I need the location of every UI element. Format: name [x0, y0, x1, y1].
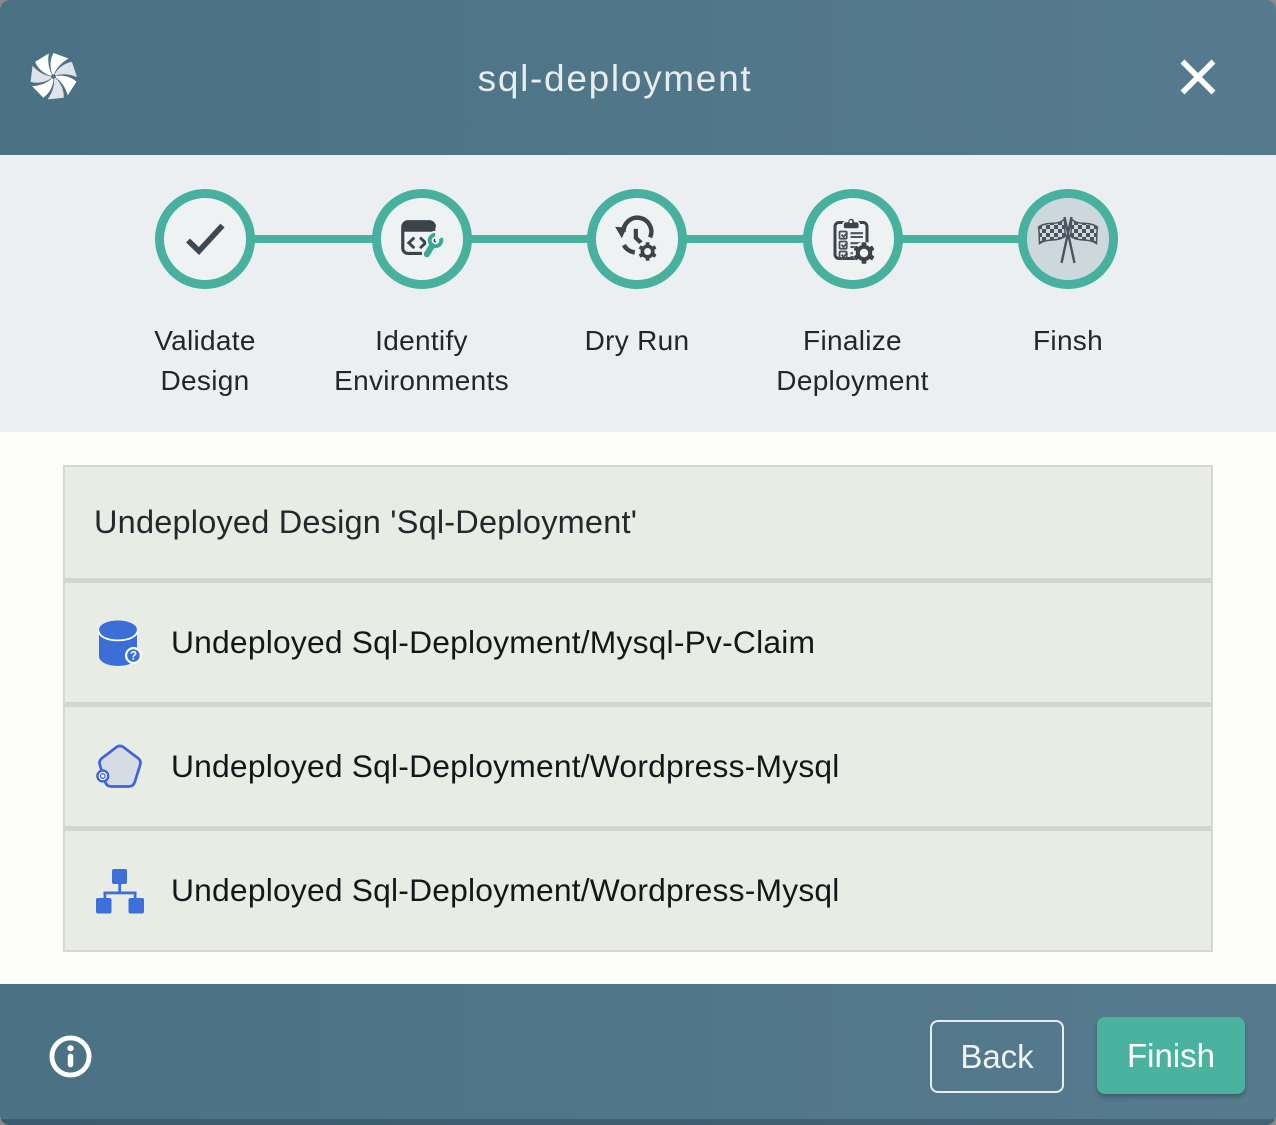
svg-text:?: ?	[130, 650, 137, 662]
